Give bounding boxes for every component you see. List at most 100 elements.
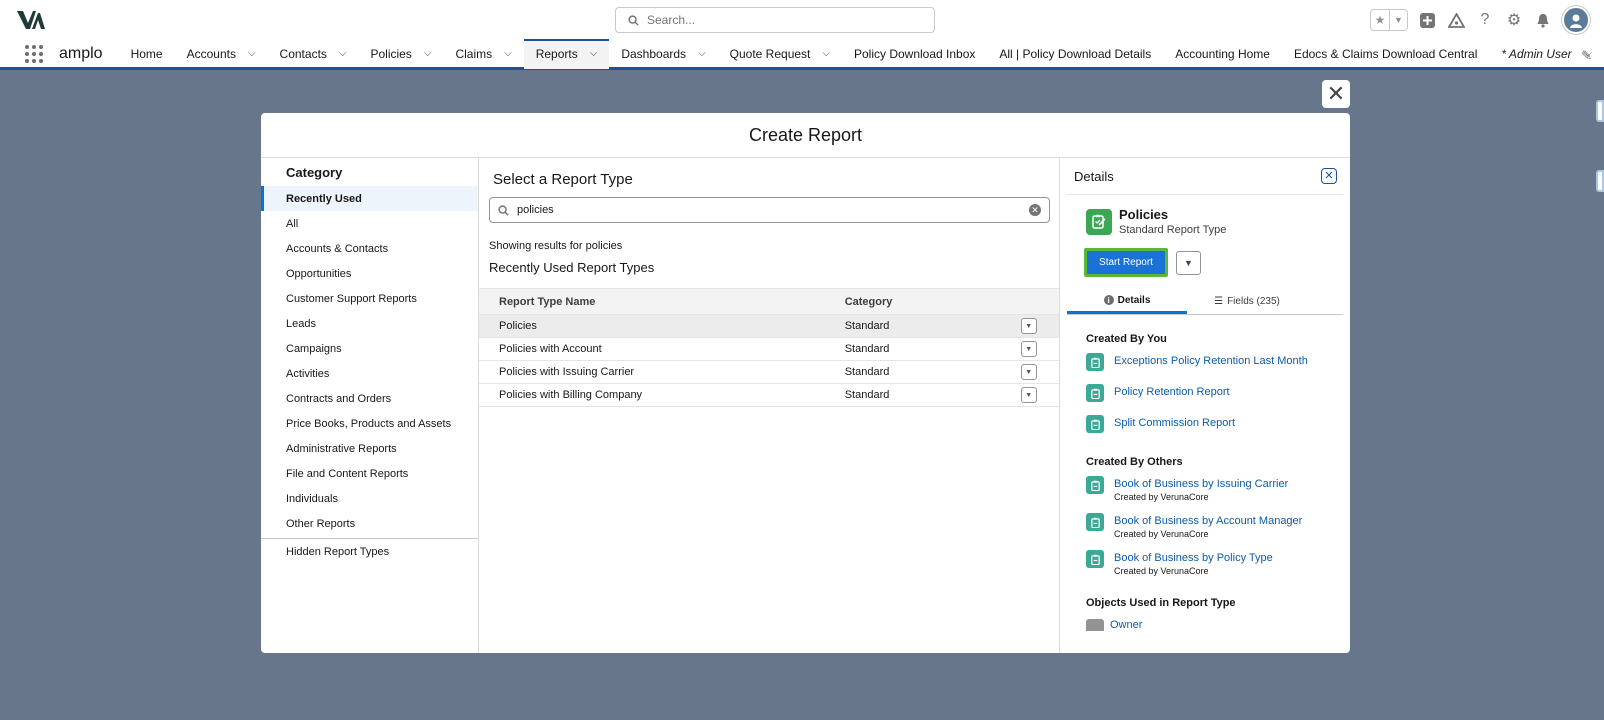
app-navigation-bar: amplo Home Accounts ⌵ Contacts ⌵ Policies ⌵ Cla… (0, 38, 1604, 70)
global-actions-icon[interactable] (1417, 10, 1437, 30)
tab-details[interactable]: i Details (1067, 289, 1187, 314)
favorites-control[interactable]: ★ ▼ (1370, 9, 1408, 31)
header-utility-icons: ★ ▼ ? ⚙ (1370, 6, 1590, 34)
close-details-icon[interactable]: ✕ (1321, 168, 1337, 184)
category-item-administrative-reports[interactable]: Administrative Reports (261, 436, 478, 461)
report-type-icon (1086, 208, 1112, 235)
category-item-accounts-contacts[interactable]: Accounts & Contacts (261, 236, 478, 261)
nav-tab-label: Edocs & Claims Download Central (1293, 46, 1478, 61)
category-item-recently-used[interactable]: Recently Used (261, 186, 478, 211)
more-actions-dropdown-icon[interactable]: ▼ (1176, 250, 1201, 275)
trailhead-icon[interactable] (1446, 10, 1466, 30)
report-link[interactable]: Exceptions Policy Retention Last Month (1114, 355, 1308, 367)
report-link[interactable]: Book of Business by Account Manager (1114, 515, 1302, 527)
report-type-name-cell[interactable]: Policies with Issuing Carrier (479, 360, 845, 384)
nav-tab-policy-download-inbox[interactable]: Policy Download Inbox (842, 39, 987, 69)
clear-search-icon[interactable]: ✕ (1029, 204, 1041, 216)
row-menu-dropdown-icon[interactable]: ▼ (1020, 387, 1037, 403)
report-icon (1086, 384, 1104, 402)
side-utility-tab[interactable] (1596, 100, 1604, 122)
table-row[interactable]: Policies Standard ▼ (479, 314, 1060, 338)
edit-nav-pencil-icon[interactable]: ✎ (1581, 48, 1592, 64)
nav-tab-accounting-home[interactable]: Accounting Home (1163, 39, 1282, 69)
report-type-panel-title: Select a Report Type (493, 171, 633, 188)
chevron-down-icon[interactable]: ⌵ (504, 48, 512, 59)
report-type-name-cell[interactable]: Policies with Billing Company (479, 383, 845, 407)
category-item-customer-support-reports[interactable]: Customer Support Reports (261, 286, 478, 311)
category-item-hidden-report-types[interactable]: Hidden Report Types (261, 539, 478, 565)
nav-tab-contacts[interactable]: Contacts ⌵ (268, 39, 359, 69)
modal-title: Create Report (261, 113, 1350, 158)
chevron-down-icon[interactable]: ⌵ (698, 48, 706, 59)
search-results-caption: Showing results for policies (489, 240, 623, 252)
side-utility-tab[interactable] (1596, 170, 1604, 192)
list-item: Policy Retention Report (1060, 384, 1350, 415)
nav-tab-all-policy-download-details[interactable]: All | Policy Download Details (987, 39, 1163, 69)
selected-report-type: Policies Standard Report Type (1060, 195, 1350, 236)
report-link[interactable]: Split Commission Report (1114, 417, 1235, 429)
row-menu-dropdown-icon[interactable]: ▼ (1020, 318, 1037, 334)
nav-tab-dashboards[interactable]: Dashboards ⌵ (609, 39, 717, 69)
report-link[interactable]: Book of Business by Issuing Carrier (1114, 478, 1288, 490)
row-menu-dropdown-icon[interactable]: ▼ (1020, 341, 1037, 357)
nav-tab-reports[interactable]: Reports ⌵ (523, 38, 610, 69)
tab-fields[interactable]: ☰ Fields (235) (1187, 289, 1307, 314)
nav-tab-accounts[interactable]: Accounts ⌵ (175, 39, 268, 69)
global-search-input[interactable]: Search... (615, 7, 935, 33)
nav-tab-home[interactable]: Home (119, 39, 175, 69)
amplo-logo[interactable] (16, 9, 46, 31)
nav-tab-label: Accounting Home (1175, 46, 1270, 61)
report-type-name-cell[interactable]: Policies (479, 314, 845, 338)
category-item-opportunities[interactable]: Opportunities (261, 261, 478, 286)
nav-tab-edocs-claims-download-central[interactable]: Edocs & Claims Download Central (1282, 39, 1489, 69)
created-by-others-heading: Created By Others (1086, 456, 1183, 468)
list-item: Exceptions Policy Retention Last Month (1060, 353, 1350, 384)
favorites-dropdown-icon[interactable]: ▼ (1389, 10, 1407, 30)
start-report-button[interactable]: Start Report (1087, 251, 1165, 274)
nav-tab-claims[interactable]: Claims ⌵ (443, 39, 523, 69)
category-title: Category (286, 165, 343, 180)
object-link[interactable]: Owner (1110, 619, 1142, 631)
object-icon (1086, 619, 1104, 631)
category-item-price-books-products-and-assets[interactable]: Price Books, Products and Assets (261, 411, 478, 436)
help-icon[interactable]: ? (1475, 10, 1495, 30)
nav-tab-quote-request[interactable]: Quote Request ⌵ (718, 39, 842, 69)
chevron-down-icon[interactable]: ⌵ (339, 48, 347, 59)
report-type-name-cell[interactable]: Policies with Account (479, 337, 845, 361)
chevron-down-icon[interactable]: ⌵ (248, 48, 256, 59)
category-item-campaigns[interactable]: Campaigns (261, 336, 478, 361)
nav-tab-label: Home (130, 46, 163, 61)
table-row[interactable]: Policies with Account Standard ▼ (479, 337, 1060, 361)
app-launcher-icon[interactable] (25, 44, 43, 63)
category-item-all[interactable]: All (261, 211, 478, 236)
search-icon (628, 14, 639, 26)
start-report-highlight: Start Report (1084, 248, 1168, 277)
chevron-down-icon[interactable]: ⌵ (590, 48, 598, 59)
row-actions-cell: ▼ (1020, 383, 1060, 407)
chevron-down-icon[interactable]: ⌵ (822, 48, 830, 59)
category-item-individuals[interactable]: Individuals (261, 486, 478, 511)
chevron-down-icon[interactable]: ⌵ (424, 48, 432, 59)
global-header: Search... ★ ▼ ? ⚙ (0, 0, 1604, 40)
category-item-contracts-and-orders[interactable]: Contracts and Orders (261, 386, 478, 411)
row-menu-dropdown-icon[interactable]: ▼ (1020, 364, 1037, 380)
user-avatar-icon[interactable] (1562, 6, 1590, 34)
report-icon (1086, 513, 1104, 531)
table-row[interactable]: Policies with Billing Company Standard ▼ (479, 383, 1060, 407)
report-type-search-input[interactable]: policies ✕ (489, 197, 1050, 223)
nav-tab-policies[interactable]: Policies ⌵ (359, 39, 444, 69)
notifications-bell-icon[interactable] (1533, 10, 1553, 30)
close-modal-button[interactable]: ✕ (1322, 80, 1350, 108)
category-item-activities[interactable]: Activities (261, 361, 478, 386)
category-item-other-reports[interactable]: Other Reports (261, 511, 478, 536)
tab-label: Details (1117, 294, 1151, 306)
category-item-file-and-content-reports[interactable]: File and Content Reports (261, 461, 478, 486)
category-item-leads[interactable]: Leads (261, 311, 478, 336)
column-header-category[interactable]: Category (844, 288, 1021, 315)
table-row[interactable]: Policies with Issuing Carrier Standard ▼ (479, 360, 1060, 384)
report-link[interactable]: Book of Business by Policy Type (1114, 552, 1273, 564)
column-header-report-type-name[interactable]: Report Type Name (479, 288, 845, 315)
report-link[interactable]: Policy Retention Report (1114, 386, 1230, 398)
star-icon[interactable]: ★ (1371, 10, 1389, 30)
setup-gear-icon[interactable]: ⚙ (1504, 10, 1524, 30)
